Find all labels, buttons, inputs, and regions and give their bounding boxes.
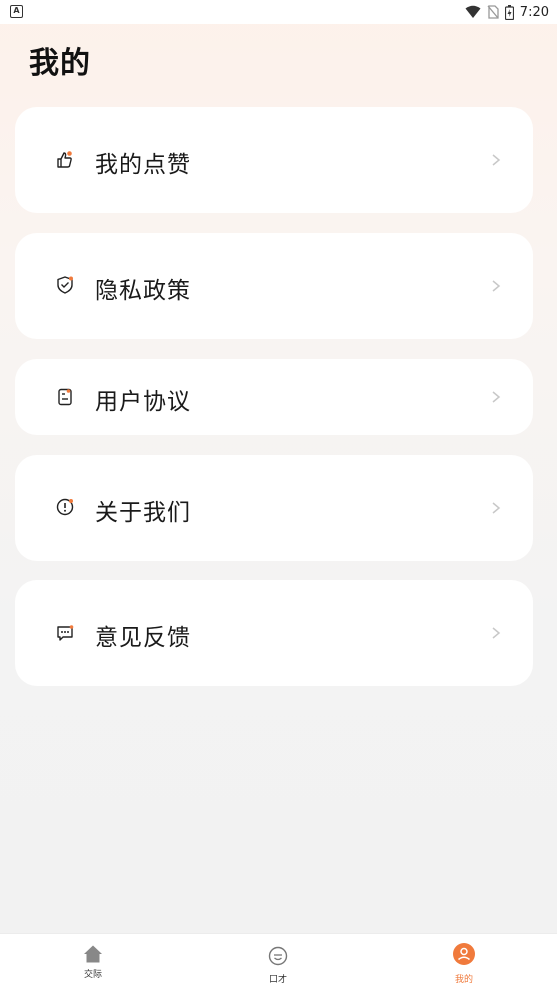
menu-item-label: 用户协议 xyxy=(95,389,191,415)
chevron-right-icon xyxy=(492,280,501,292)
status-bar: A 7:20 xyxy=(0,0,557,24)
thumbs-up-icon xyxy=(54,149,76,171)
tab-mine[interactable]: 我的 xyxy=(424,934,504,991)
wifi-icon xyxy=(465,5,481,18)
menu-item-label: 关于我们 xyxy=(95,500,191,526)
menu-item-feedback[interactable]: 意见反馈 xyxy=(15,580,533,686)
chevron-right-icon xyxy=(492,502,501,514)
tab-eloquence[interactable]: 口才 xyxy=(238,934,318,991)
chevron-right-icon xyxy=(492,627,501,639)
bottom-tab-bar: 交际 口才 我的 xyxy=(0,933,557,991)
page-title: 我的 xyxy=(29,46,91,81)
battery-charging-icon xyxy=(504,4,514,20)
menu-item-label: 我的点赞 xyxy=(95,152,191,178)
chevron-right-icon xyxy=(492,391,501,403)
tab-label: 我的 xyxy=(454,975,473,985)
chat-bubble-icon xyxy=(54,622,76,644)
document-icon xyxy=(54,386,76,408)
menu-item-label: 隐私政策 xyxy=(95,278,191,304)
info-circle-icon xyxy=(54,496,76,518)
menu-item-label: 意见反馈 xyxy=(95,625,191,651)
menu-item-user-agreement[interactable]: 用户协议 xyxy=(15,359,533,435)
no-sim-icon xyxy=(487,5,499,19)
tab-label: 交际 xyxy=(83,970,102,980)
face-smile-icon xyxy=(268,946,288,966)
status-time: 7:20 xyxy=(519,4,549,20)
shield-check-icon xyxy=(54,274,76,296)
tab-label: 口才 xyxy=(268,975,287,985)
chevron-right-icon xyxy=(492,154,501,166)
menu-item-my-likes[interactable]: 我的点赞 xyxy=(15,107,533,213)
user-icon xyxy=(453,943,475,965)
home-icon xyxy=(84,945,102,963)
menu-item-about-us[interactable]: 关于我们 xyxy=(15,455,533,561)
menu-item-privacy-policy[interactable]: 隐私政策 xyxy=(15,233,533,339)
tab-social[interactable]: 交际 xyxy=(53,934,133,991)
notification-badge-icon: A xyxy=(10,5,23,18)
status-icons: 7:20 xyxy=(465,3,549,21)
